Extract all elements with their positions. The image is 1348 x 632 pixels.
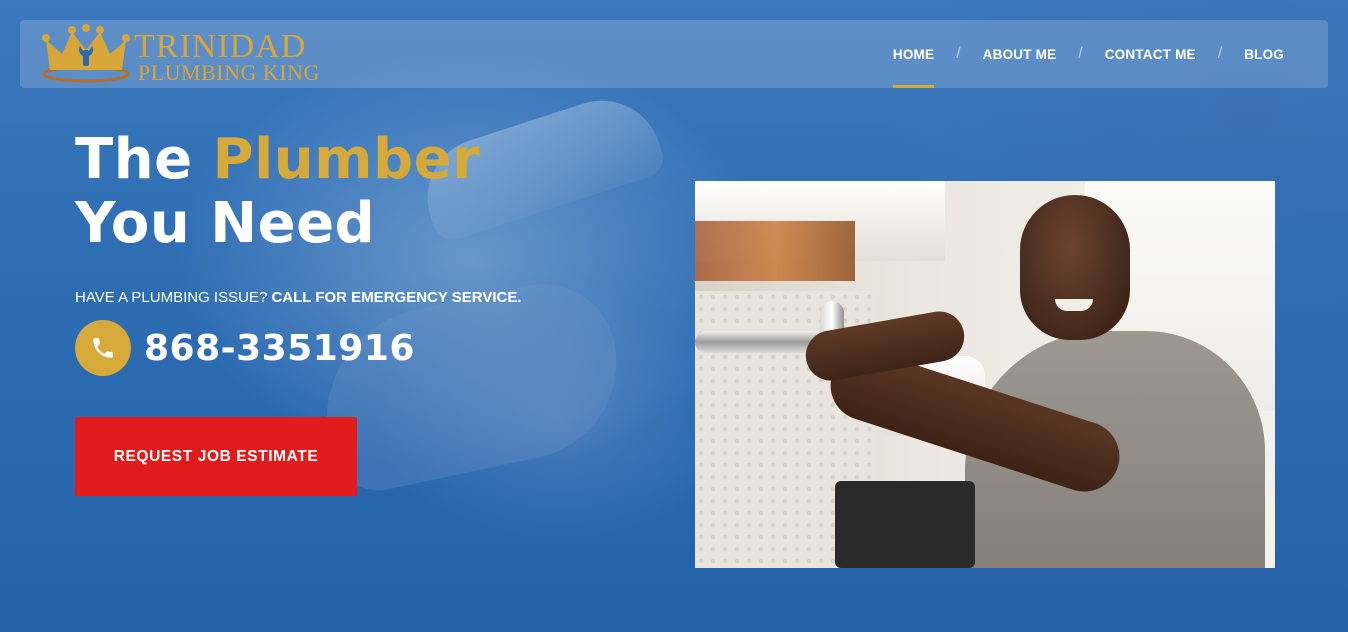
plumber-photo xyxy=(695,181,1275,568)
hero-headline: The Plumber You Need xyxy=(75,128,480,256)
hero-tagline: HAVE A PLUMBING ISSUE? CALL FOR EMERGENC… xyxy=(75,289,522,306)
crown-wrench-icon xyxy=(42,24,130,83)
nav-separator: / xyxy=(956,45,961,62)
nav-separator: / xyxy=(1078,45,1083,62)
nav-blog[interactable]: BLOG xyxy=(1244,20,1284,88)
phone-number[interactable]: 868-3351916 xyxy=(144,328,415,369)
headline-accent: Plumber xyxy=(212,127,481,192)
top-navbar: TRINIDAD PLUMBING KING HOME / ABOUT ME /… xyxy=(20,20,1328,88)
logo-text-primary: TRINIDAD xyxy=(134,28,307,65)
phone-contact[interactable]: 868-3351916 xyxy=(75,320,415,376)
phone-icon xyxy=(75,320,131,376)
headline-part2: You Need xyxy=(75,191,376,256)
tagline-text: HAVE A PLUMBING ISSUE? xyxy=(75,289,272,306)
request-job-estimate-button[interactable]: REQUEST JOB ESTIMATE xyxy=(75,417,357,496)
nav-home[interactable]: HOME xyxy=(892,20,935,88)
logo-text-secondary: PLUMBING KING xyxy=(138,60,320,85)
nav-separator: / xyxy=(1217,45,1223,62)
nav-about-me[interactable]: ABOUT ME xyxy=(983,20,1057,88)
site-logo[interactable]: TRINIDAD PLUMBING KING xyxy=(40,24,330,84)
tagline-emphasis: CALL FOR EMERGENCY SERVICE. xyxy=(271,289,522,306)
main-nav: HOME / ABOUT ME / CONTACT ME / BLOG xyxy=(892,20,1284,88)
nav-contact-me[interactable]: CONTACT ME xyxy=(1105,20,1196,88)
headline-part1: The xyxy=(75,127,213,192)
